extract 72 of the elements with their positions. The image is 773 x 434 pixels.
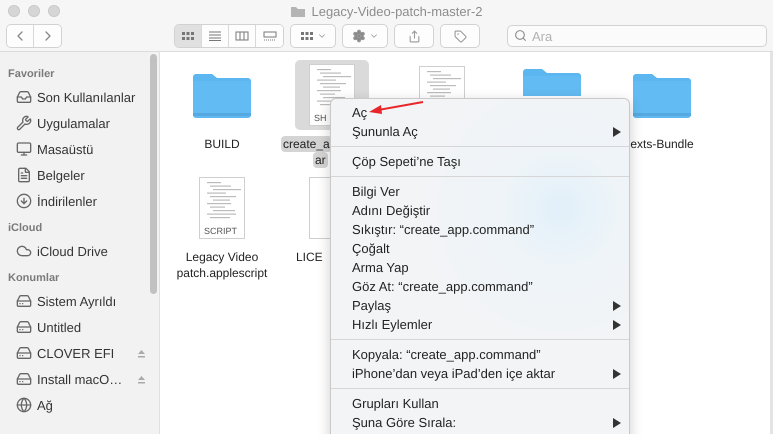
file-name: LICE [295,249,324,265]
sidebar-item[interactable]: CLOVER EFI [8,340,146,366]
sidebar-heading: Favoriler [8,67,56,82]
eject-icon[interactable] [137,348,146,358]
icon-grid-icon [181,31,195,41]
sidebar-icon [16,293,32,309]
sidebar-icon [16,345,32,361]
tag-button[interactable] [440,24,480,48]
menu-item[interactable]: Sıkıştır: “create_app.command” [331,220,629,239]
file-name: BUILD [203,136,241,152]
view-mode-button[interactable] [175,25,202,47]
sidebar-item[interactable]: Ağ [8,392,146,418]
file-name: ar [313,152,328,168]
menu-item[interactable]: Arma Yap [331,258,629,277]
sidebar-icon [16,115,32,131]
sidebar-icon [16,167,32,183]
settings-button[interactable] [342,24,388,48]
menu-item[interactable]: Adını Değiştir [331,201,629,220]
scrollbar[interactable] [150,54,157,294]
sidebar-icon [16,319,32,335]
share-button[interactable] [394,24,434,48]
tag-icon [454,30,466,42]
window-title: Legacy-Video-patch-master-2 [311,4,482,18]
menu-item[interactable]: Bilgi Ver [331,182,629,201]
sidebar-icon [16,193,32,209]
menu-item[interactable]: Çoğalt [331,239,629,258]
sidebar-icon [16,371,32,387]
menu-item[interactable]: Grupları Kullan [331,394,629,413]
eject-icon[interactable] [137,374,146,384]
share-icon [408,30,420,42]
sidebar-heading: iCloud [8,221,44,236]
sidebar-icon [16,397,32,413]
sidebar-item[interactable]: iCloud Drive [8,238,146,264]
sidebar-item[interactable]: Install macO… [8,366,146,392]
group-button[interactable] [290,24,336,48]
folder-icon [521,66,583,96]
grid-icon [300,31,314,41]
menu-item[interactable]: iPhone’dan veya iPad’den içe aktar [331,364,629,383]
sidebar-icon [16,89,32,105]
sidebar-item[interactable]: Untitled [8,314,146,340]
menu-item[interactable]: Göz At: “create_app.command” [331,277,629,296]
list-icon [208,31,222,41]
back-button[interactable] [7,25,34,47]
file-type-label: SH [314,113,327,123]
menu-item[interactable]: Paylaş [331,296,629,315]
menu-item[interactable]: Şuna Göre Sırala: [331,413,629,432]
file-type-label: SCRIPT [204,226,238,236]
sidebar-heading: Konumlar [8,271,60,286]
folder-icon [191,71,253,119]
sidebar-item[interactable]: Sistem Ayrıldı [8,288,146,314]
sidebar-icon [16,141,32,157]
menu-item[interactable]: Çöp Sepeti’ne Taşı [331,152,629,171]
sidebar-item[interactable]: İndirilenler [8,188,146,214]
file-name: Legacy Video [184,249,260,265]
menu-item[interactable]: Hızlı Eylemler [331,315,629,334]
sidebar-item[interactable]: Belgeler [8,162,146,188]
gallery-icon [262,31,276,41]
menu-item[interactable]: Kopyala: “create_app.command” [331,345,629,364]
file-name: create_a [281,136,332,152]
sidebar-item[interactable]: Uygulamalar [8,110,146,136]
folder-icon [290,4,306,18]
sidebar-icon [16,243,32,259]
sidebar-item[interactable]: Masaüstü [8,136,146,162]
settings-icon [352,29,366,43]
search-field[interactable]: Ara [507,25,767,47]
file-name: patch.applescript [176,265,268,281]
file-name: exts-Bundle [629,136,695,152]
search-icon [514,29,527,42]
folder-icon [631,71,693,119]
arrow-annotation [368,101,424,115]
columns-icon [235,31,249,41]
sidebar-item[interactable]: Son Kullanılanlar [8,84,146,110]
